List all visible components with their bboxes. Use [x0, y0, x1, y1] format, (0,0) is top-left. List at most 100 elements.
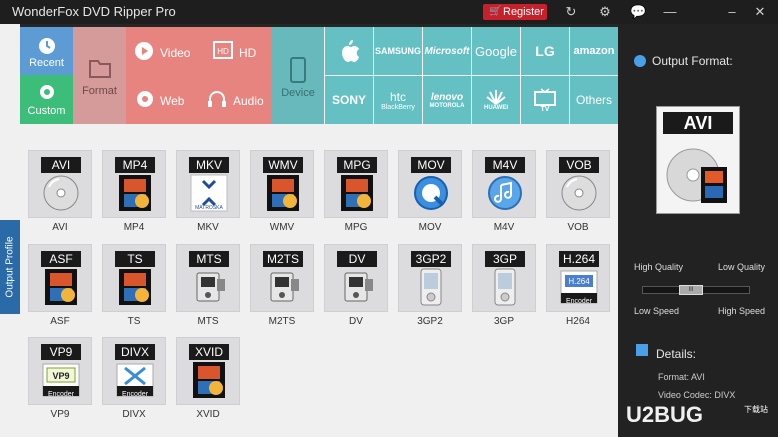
- tab-web[interactable]: Web: [126, 75, 199, 124]
- format-card[interactable]: 3GP2: [398, 244, 462, 312]
- window-minimize-button[interactable]: –: [724, 3, 740, 21]
- details-format: Format: AVI: [658, 372, 705, 382]
- brand-amazon[interactable]: amazon: [570, 27, 618, 75]
- tab-device-label: Device: [281, 87, 315, 99]
- format-item-h264[interactable]: H.264 H.264 Encoder H264: [546, 244, 610, 332]
- format-card[interactable]: MTS: [176, 244, 240, 312]
- format-card[interactable]: MOV: [398, 150, 462, 218]
- format-card[interactable]: TS: [102, 244, 166, 312]
- chat-icon[interactable]: 💬: [630, 3, 646, 21]
- brand-huawei-label: HUAWEI: [484, 105, 508, 111]
- brand-samsung-label: SAMSUNG: [374, 46, 421, 56]
- brand-lg[interactable]: LG: [521, 27, 569, 75]
- format-item-3gp[interactable]: 3GP 3GP: [472, 244, 536, 332]
- phone-icon: [494, 268, 516, 306]
- watermark-sublabel: 下载站: [744, 405, 768, 414]
- settings-icon: [634, 55, 646, 67]
- format-badge: XVID: [189, 344, 229, 360]
- brand-apple[interactable]: [325, 27, 373, 75]
- tab-hd[interactable]: HD HD: [199, 27, 272, 75]
- film-icon: [119, 269, 151, 305]
- chrome-icon: [137, 91, 153, 107]
- slider-knob[interactable]: III: [679, 285, 703, 295]
- tab-web-label: Web: [160, 94, 185, 108]
- tab-audio-label: Audio: [233, 94, 264, 108]
- format-card[interactable]: VP9 VP9 Encoder: [28, 337, 92, 405]
- format-card[interactable]: M4V: [472, 150, 536, 218]
- format-label: WMV: [269, 222, 295, 233]
- format-card[interactable]: MPG: [324, 150, 388, 218]
- format-item-m4v[interactable]: M4V M4V: [472, 150, 536, 238]
- format-card[interactable]: VOB: [546, 150, 610, 218]
- gear-icon[interactable]: ⚙: [597, 3, 613, 21]
- quality-speed-slider[interactable]: III: [642, 285, 750, 295]
- brand-sony[interactable]: SONY: [325, 76, 373, 124]
- disc-film-icon: [666, 148, 727, 203]
- brand-lg-label: LG: [535, 43, 555, 59]
- format-item-vob[interactable]: VOB VOB: [546, 150, 610, 238]
- tab-recent[interactable]: Recent: [20, 27, 73, 75]
- tab-hd-label: HD: [239, 46, 257, 60]
- high-quality-label: High Quality: [634, 262, 684, 272]
- format-item-vp9[interactable]: VP9 VP9 Encoder VP9: [28, 337, 92, 425]
- brand-htc[interactable]: htc BlackBerry: [374, 76, 422, 124]
- tab-device[interactable]: Device: [272, 27, 324, 124]
- brand-lenovo[interactable]: lenovo MOTOROLA: [423, 76, 471, 124]
- format-card[interactable]: WMV: [250, 150, 314, 218]
- tab-custom[interactable]: Custom: [20, 75, 73, 124]
- brand-google[interactable]: Google: [472, 27, 520, 75]
- tab-video[interactable]: Video: [126, 27, 199, 75]
- brand-tv[interactable]: TV: [521, 76, 569, 124]
- format-item-asf[interactable]: ASF ASF: [28, 244, 92, 332]
- brand-microsoft[interactable]: Microsoft: [423, 27, 471, 75]
- huawei-icon: [486, 90, 506, 105]
- tab-audio[interactable]: Audio: [199, 75, 272, 124]
- format-item-3gp2[interactable]: 3GP2 3GP2: [398, 244, 462, 332]
- format-item-mkv[interactable]: MKV MATROSKA MKV: [176, 150, 240, 238]
- format-card[interactable]: ASF: [28, 244, 92, 312]
- format-card[interactable]: XVID: [176, 337, 240, 405]
- film-icon: [341, 175, 373, 211]
- format-item-wmv[interactable]: WMV WMV: [250, 150, 314, 238]
- low-speed-label: Low Speed: [634, 306, 680, 316]
- register-button[interactable]: 🛒 Register: [483, 4, 547, 20]
- format-card[interactable]: H.264 H.264 Encoder: [546, 244, 610, 312]
- format-label: TS: [127, 316, 141, 327]
- output-format-preview[interactable]: AVI: [656, 106, 740, 214]
- format-card[interactable]: MP4: [102, 150, 166, 218]
- format-label: XVID: [196, 409, 220, 420]
- format-card[interactable]: MKV MATROSKA: [176, 150, 240, 218]
- format-item-mts[interactable]: MTS MTS: [176, 244, 240, 332]
- minimize-icon[interactable]: —: [662, 3, 678, 21]
- format-label: H264: [566, 316, 590, 327]
- output-profile-tab[interactable]: Output Profile: [0, 220, 20, 314]
- format-card[interactable]: DV: [324, 244, 388, 312]
- brand-huawei[interactable]: HUAWEI: [472, 76, 520, 124]
- film-icon: [119, 175, 151, 211]
- low-quality-label: Low Quality: [718, 262, 766, 272]
- hd-icon: HD: [213, 41, 233, 59]
- disc-icon: [561, 175, 597, 211]
- brand-samsung[interactable]: SAMSUNG: [374, 27, 422, 75]
- format-item-mov[interactable]: MOV MOV: [398, 150, 462, 238]
- format-item-mp4[interactable]: MP4 MP4: [102, 150, 166, 238]
- format-item-divx[interactable]: DIVX Encoder DIVX: [102, 337, 166, 425]
- format-card[interactable]: DIVX Encoder: [102, 337, 166, 405]
- close-icon[interactable]: ✕: [752, 3, 768, 21]
- format-item-avi[interactable]: AVI AVI: [28, 150, 92, 238]
- svg-text:VP9: VP9: [52, 371, 69, 381]
- format-item-mpg[interactable]: MPG MPG: [324, 150, 388, 238]
- format-item-m2ts[interactable]: M2TS M2TS: [250, 244, 314, 332]
- refresh-icon[interactable]: ↻: [563, 3, 579, 21]
- tab-format[interactable]: Format: [73, 27, 126, 124]
- brand-others[interactable]: Others: [570, 76, 618, 124]
- format-card[interactable]: AVI: [28, 150, 92, 218]
- format-item-ts[interactable]: TS TS: [102, 244, 166, 332]
- format-label: MOV: [418, 222, 442, 233]
- format-item-xvid[interactable]: XVID XVID: [176, 337, 240, 425]
- selected-format-badge: AVI: [663, 112, 733, 134]
- format-item-dv[interactable]: DV DV: [324, 244, 388, 332]
- format-card[interactable]: 3GP: [472, 244, 536, 312]
- format-card[interactable]: M2TS: [250, 244, 314, 312]
- svg-text:H.264: H.264: [568, 277, 590, 286]
